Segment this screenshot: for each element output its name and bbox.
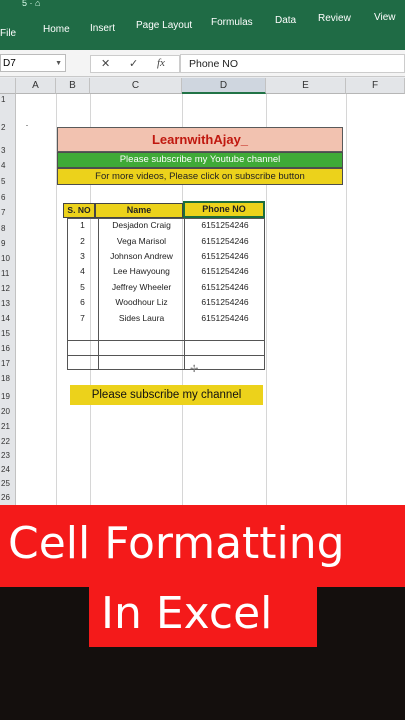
row-header-22[interactable]: 22 xyxy=(0,437,16,446)
row-header-18[interactable]: 18 xyxy=(0,374,16,383)
column-header-d[interactable]: D xyxy=(182,78,266,94)
tab-insert[interactable]: Insert xyxy=(90,23,115,34)
table-cell-sno[interactable]: 6 xyxy=(67,297,98,307)
row-header-5[interactable]: 5 xyxy=(0,177,16,186)
table-cell-sno[interactable]: 2 xyxy=(67,236,98,246)
column-header-b[interactable]: B xyxy=(56,78,90,94)
table-cell-phone[interactable]: 6151254246 xyxy=(185,266,265,276)
subscribe-banner[interactable]: Please subscribe my Youtube channel xyxy=(57,152,343,168)
row-header-23[interactable]: 23 xyxy=(0,451,16,460)
tab-page-layout[interactable]: Page Layout xyxy=(136,20,192,31)
cell-b2-dot: · xyxy=(25,120,29,130)
row-header-20[interactable]: 20 xyxy=(0,407,16,416)
name-box[interactable]: D7 ▼ xyxy=(0,54,66,72)
table-cell-name[interactable]: Lee Hawyoung xyxy=(99,266,184,276)
table-header-phone[interactable]: Phone NO xyxy=(183,201,265,218)
column-header-f[interactable]: F xyxy=(346,78,405,94)
table-cell-sno[interactable]: 4 xyxy=(67,266,98,276)
cancel-icon[interactable]: ✕ xyxy=(101,57,110,70)
row-header-14[interactable]: 14 xyxy=(0,314,16,323)
row-header-25[interactable]: 25 xyxy=(0,479,16,488)
row-header-10[interactable]: 10 xyxy=(0,254,16,263)
select-all-corner[interactable] xyxy=(0,78,16,94)
table-cell-sno[interactable]: 7 xyxy=(67,313,98,323)
enter-icon[interactable]: ✓ xyxy=(129,57,138,70)
table-cell-phone[interactable]: 6151254246 xyxy=(185,220,265,230)
table-cell-phone[interactable]: 6151254246 xyxy=(185,297,265,307)
formula-buttons: ✕ ✓ fx xyxy=(90,55,180,73)
tab-review[interactable]: Review xyxy=(318,13,351,24)
tab-home[interactable]: Home xyxy=(43,24,70,35)
name-box-value: D7 xyxy=(3,58,16,69)
table-row-line xyxy=(67,340,265,341)
table-header-sno[interactable]: S. NO xyxy=(63,203,95,218)
insert-function-icon[interactable]: fx xyxy=(157,57,165,69)
tab-formulas[interactable]: Formulas xyxy=(211,17,253,28)
ribbon: 5 · ⌂ File Home Insert Page Layout Formu… xyxy=(0,0,405,50)
table-cell-sno[interactable]: 3 xyxy=(67,251,98,261)
formula-bar: D7 ▼ ✕ ✓ fx Phone NO xyxy=(0,50,405,77)
table-cell-sno[interactable]: 1 xyxy=(67,220,98,230)
row-header-24[interactable]: 24 xyxy=(0,465,16,474)
subscribe-button[interactable]: Please subscribe my channel xyxy=(70,385,263,405)
row-header-3[interactable]: 3 xyxy=(0,146,16,155)
row-header-8[interactable]: 8 xyxy=(0,224,16,233)
table-cell-name[interactable]: Jeffrey Wheeler xyxy=(99,282,184,292)
quick-access-toolbar[interactable]: 5 · ⌂ xyxy=(22,0,40,8)
row-header-7[interactable]: 7 xyxy=(0,208,16,217)
column-header-a[interactable]: A xyxy=(16,78,56,94)
row-header-2[interactable]: 2 xyxy=(0,123,16,132)
column-header-c[interactable]: C xyxy=(90,78,182,94)
table-cell-name[interactable]: Johnson Andrew xyxy=(99,251,184,261)
videos-banner[interactable]: For more videos, Please click on subscri… xyxy=(57,168,343,185)
table-cell-name[interactable]: Desjadon Craig xyxy=(99,220,184,230)
table-cell-phone[interactable]: 6151254246 xyxy=(185,251,265,261)
tab-data[interactable]: Data xyxy=(275,15,296,26)
table-cell-name[interactable]: Vega Marisol xyxy=(99,236,184,246)
table-cell-name[interactable]: Woodhour Liz xyxy=(99,297,184,307)
grid-line xyxy=(346,94,347,520)
tab-view[interactable]: View xyxy=(374,12,396,23)
row-header-4[interactable]: 4 xyxy=(0,161,16,170)
chevron-down-icon[interactable]: ▼ xyxy=(55,55,62,73)
row-header-13[interactable]: 13 xyxy=(0,299,16,308)
table-header-name[interactable]: Name xyxy=(95,203,183,218)
table-cell-phone[interactable]: 6151254246 xyxy=(185,236,265,246)
table-cell-name[interactable]: Sides Laura xyxy=(99,313,184,323)
table-cell-sno[interactable]: 5 xyxy=(67,282,98,292)
formula-input[interactable]: Phone NO xyxy=(180,54,405,73)
row-header-11[interactable]: 11 xyxy=(0,269,16,278)
table-row-line xyxy=(67,355,265,356)
tab-file[interactable]: File xyxy=(0,28,16,39)
column-header-e[interactable]: E xyxy=(266,78,346,94)
caption-line-1: Cell Formatting xyxy=(8,518,345,569)
row-header-15[interactable]: 15 xyxy=(0,329,16,338)
row-header-12[interactable]: 12 xyxy=(0,284,16,293)
row-header-16[interactable]: 16 xyxy=(0,344,16,353)
row-header-19[interactable]: 19 xyxy=(0,392,16,401)
row-header-9[interactable]: 9 xyxy=(0,239,16,248)
row-header-1[interactable]: 1 xyxy=(0,95,16,104)
excel-window: 5 · ⌂ File Home Insert Page Layout Formu… xyxy=(0,0,405,520)
table-cell-phone[interactable]: 6151254246 xyxy=(185,282,265,292)
row-header-26[interactable]: 26 xyxy=(0,493,16,502)
caption-line-2: In Excel xyxy=(101,588,273,639)
table-cell-phone[interactable]: 6151254246 xyxy=(185,313,265,323)
row-header-17[interactable]: 17 xyxy=(0,359,16,368)
title-banner[interactable]: LearnwithAjay_ xyxy=(57,127,343,152)
row-header-6[interactable]: 6 xyxy=(0,193,16,202)
row-header-21[interactable]: 21 xyxy=(0,422,16,431)
cursor-icon: ✢ xyxy=(190,364,199,375)
